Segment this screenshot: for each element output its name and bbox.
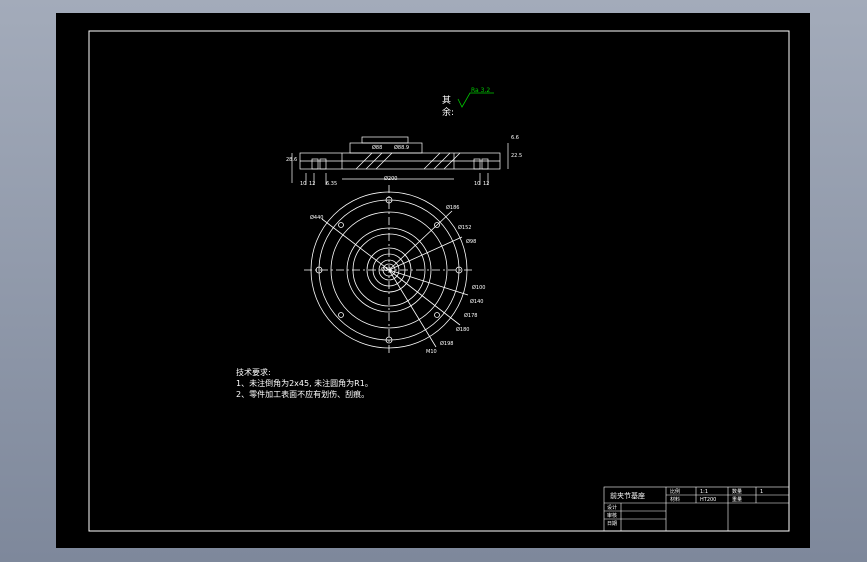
tb-cell-5: HT200	[700, 497, 717, 503]
plan-dim-7: Ø178	[464, 313, 478, 319]
drawing-border	[88, 30, 790, 532]
dim-bottom: Ø200	[384, 176, 398, 182]
plan-dim-2: Ø152	[458, 225, 472, 231]
dim-left3: 12	[309, 181, 316, 187]
plan-dim-8: Ø180	[456, 327, 470, 333]
tb-cell-12: 日期	[607, 521, 618, 527]
tb-cell-6: 重量	[732, 497, 743, 503]
part-name: 前夹节基座	[610, 492, 645, 500]
dim-right3: 12	[483, 181, 490, 187]
surface-finish-label-1: 其	[442, 96, 452, 106]
tb-cell-4: 材料	[670, 497, 681, 503]
dim-left2: 10	[300, 181, 307, 187]
tb-cell-2: 数量	[732, 489, 743, 495]
cad-drawing	[88, 30, 790, 532]
technical-requirements: 技术要求: 1、未注倒角为2x45, 未注圆角为R1。 2、零件加工表面不应有划…	[236, 367, 373, 400]
tb-cell-10: 审核	[607, 513, 618, 519]
surface-finish-value: Ra 3.2	[471, 87, 491, 94]
tb-cell-0: 比例	[670, 489, 681, 495]
notes-heading: 技术要求:	[236, 368, 271, 377]
surface-finish-label-2: 余:	[442, 108, 455, 118]
cad-viewport[interactable]: 其 余: Ra 3.2 Ø88 Ø88.9 Ø200 28.6 10 12 22…	[0, 0, 867, 562]
notes-line-1: 1、未注倒角为2x45, 未注圆角为R1。	[236, 379, 373, 388]
plan-dim-5: Ø100	[472, 285, 486, 291]
dim-top2: Ø88.9	[394, 145, 410, 151]
dim-top-right: 6.6	[511, 135, 519, 141]
plan-dim-3: Ø98	[466, 239, 477, 245]
dim-left: 28.6	[286, 157, 298, 163]
dim-top: Ø88	[372, 145, 383, 151]
tb-cell-8: 设计	[607, 505, 618, 511]
notes-line-2: 2、零件加工表面不应有划伤、刮痕。	[236, 390, 370, 399]
tb-cell-3: 1	[760, 489, 764, 495]
dim-right2: 10	[474, 181, 481, 187]
drawing-sheet: 其 余: Ra 3.2 Ø88 Ø88.9 Ø200 28.6 10 12 22…	[56, 13, 810, 548]
plan-dim-9: Ø198	[440, 341, 454, 347]
plan-dim-1: Ø186	[446, 205, 460, 211]
dim-mid: 6.35	[326, 181, 338, 187]
plan-dim-10: M10	[426, 349, 437, 355]
plan-dim-6: Ø140	[470, 299, 484, 305]
tb-cell-1: 1:1	[700, 489, 709, 495]
dim-right: 22.5	[511, 153, 523, 159]
plan-dim-4: Ø35	[381, 267, 392, 273]
plan-dim-0: Ø440	[310, 215, 324, 221]
